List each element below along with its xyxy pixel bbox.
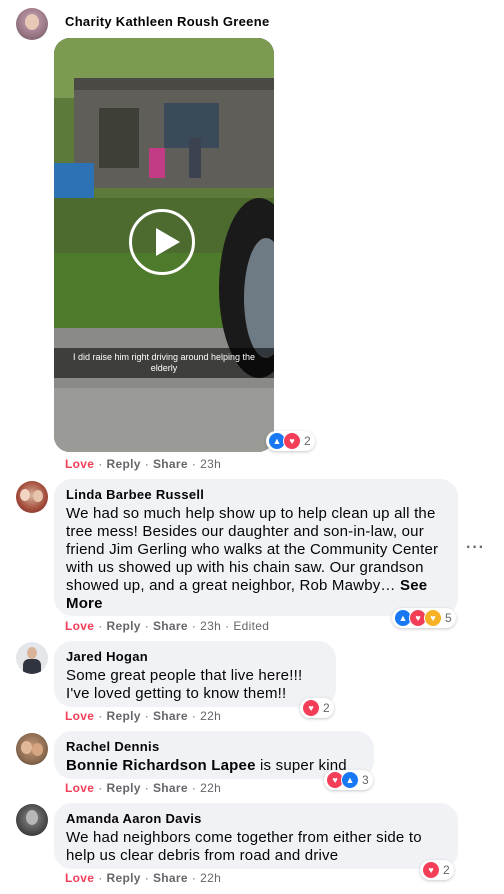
video-thumbnail[interactable]: I did raise him right driving around hel…	[54, 38, 274, 452]
comment-actions: Love · Reply · Share · 23h · Edited	[65, 619, 270, 633]
love-icon: ♥	[422, 861, 440, 879]
comment-text: Bonnie Richardson Lapee is super kind	[66, 757, 347, 774]
reply-button[interactable]: Reply	[107, 781, 141, 795]
comment-timestamp[interactable]: 23h	[200, 457, 221, 471]
video-caption: I did raise him right driving around hel…	[54, 348, 274, 378]
comment-actions: Love · Reply · Share · 22h	[65, 781, 222, 795]
love-button[interactable]: Love	[65, 781, 94, 795]
like-icon: ▲	[341, 771, 359, 789]
reply-button[interactable]: Reply	[107, 709, 141, 723]
love-button[interactable]: Love	[65, 619, 94, 633]
love-button[interactable]: Love	[65, 457, 94, 471]
comment-author[interactable]: Charity Kathleen Roush Greene	[65, 14, 269, 29]
reaction-summary[interactable]: ♥ ▲ 3	[324, 770, 373, 790]
reaction-count: 2	[323, 701, 330, 715]
love-button[interactable]: Love	[65, 871, 94, 885]
comment-text: We had so much help show up to help clea…	[66, 505, 439, 612]
share-button[interactable]: Share	[153, 709, 188, 723]
reaction-count: 2	[304, 434, 311, 448]
comment-actions: Love · Reply · Share · 23h	[65, 457, 222, 471]
avatar[interactable]	[16, 8, 48, 40]
reaction-count: 5	[445, 611, 452, 625]
comment-timestamp[interactable]: 22h	[200, 781, 221, 795]
reply-button[interactable]: Reply	[107, 457, 141, 471]
comment-bubble: Linda Barbee Russell We had so much help…	[54, 479, 458, 616]
play-icon[interactable]	[129, 209, 195, 275]
comment-bubble: Jared Hogan Some great people that live …	[54, 641, 336, 707]
comment-text: Some great people that live here!!! I've…	[66, 667, 303, 702]
share-button[interactable]: Share	[153, 457, 188, 471]
comment-actions: Love · Reply · Share · 22h	[65, 871, 222, 885]
comment-author[interactable]: Amanda Aaron Davis	[66, 811, 446, 826]
comment-author[interactable]: Jared Hogan	[66, 649, 324, 664]
avatar[interactable]	[16, 804, 48, 836]
comment-text: We had neighbors come together from eith…	[66, 829, 422, 864]
share-button[interactable]: Share	[153, 781, 188, 795]
comment-timestamp[interactable]: 22h	[200, 871, 221, 885]
share-button[interactable]: Share	[153, 619, 188, 633]
reaction-summary[interactable]: ▲ ♥ 2	[266, 431, 315, 451]
mention-link[interactable]: Bonnie Richardson Lapee	[66, 757, 256, 774]
avatar[interactable]	[16, 481, 48, 513]
reaction-summary[interactable]: ▲ ♥ ♥ 5	[392, 608, 456, 628]
reaction-count: 2	[443, 863, 450, 877]
care-icon: ♥	[424, 609, 442, 627]
love-icon: ♥	[302, 699, 320, 717]
love-icon: ♥	[283, 432, 301, 450]
love-button[interactable]: Love	[65, 709, 94, 723]
comment-bubble: Amanda Aaron Davis We had neighbors come…	[54, 803, 458, 869]
more-horizontal-icon[interactable]: ···	[466, 540, 486, 556]
reaction-count: 3	[362, 773, 369, 787]
avatar[interactable]	[16, 733, 48, 765]
reaction-summary[interactable]: ♥ 2	[300, 698, 334, 718]
comment-bubble: Rachel Dennis Bonnie Richardson Lapee is…	[54, 731, 374, 779]
comment-timestamp[interactable]: 23h	[200, 619, 221, 633]
comment-timestamp[interactable]: 22h	[200, 709, 221, 723]
reply-button[interactable]: Reply	[107, 619, 141, 633]
comment-actions: Love · Reply · Share · 22h	[65, 709, 222, 723]
comment-author[interactable]: Rachel Dennis	[66, 739, 362, 754]
edited-label[interactable]: Edited	[233, 619, 269, 633]
avatar[interactable]	[16, 642, 48, 674]
comment-author[interactable]: Linda Barbee Russell	[66, 487, 446, 502]
reaction-summary[interactable]: ♥ 2	[420, 860, 454, 880]
reply-button[interactable]: Reply	[107, 871, 141, 885]
share-button[interactable]: Share	[153, 871, 188, 885]
